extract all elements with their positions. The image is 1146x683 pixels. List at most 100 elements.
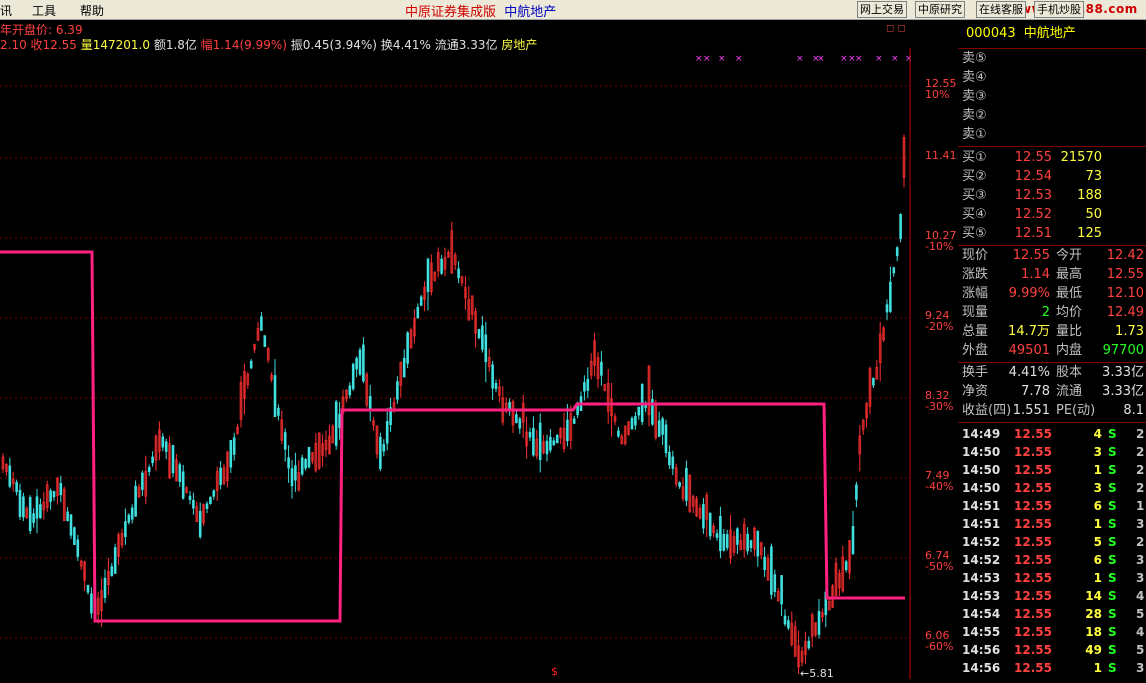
quote-value: 97700 bbox=[1102, 343, 1144, 358]
axis-pct: -10% bbox=[925, 240, 954, 253]
candle-body bbox=[572, 418, 576, 424]
tick-time: 14:52 bbox=[962, 553, 1001, 567]
candle-body bbox=[49, 490, 52, 502]
tick-row[interactable]: 14:51 12.55 1 S 3 bbox=[958, 515, 1146, 533]
bid-label: 买③ bbox=[962, 188, 987, 203]
candle-body bbox=[817, 611, 821, 635]
tick-row[interactable]: 14:50 12.55 3 S 2 bbox=[958, 479, 1146, 497]
menu-item-tools[interactable]: 工具 bbox=[32, 2, 56, 19]
signal-mark-icon: × bbox=[855, 54, 863, 64]
ask-label: 卖① bbox=[962, 127, 987, 142]
candle-body bbox=[219, 467, 222, 485]
tick-row[interactable]: 14:52 12.55 6 S 3 bbox=[958, 551, 1146, 569]
quote-value: 12.55 bbox=[1106, 267, 1144, 282]
candle-body bbox=[807, 640, 811, 649]
tick-count: 2 bbox=[1136, 535, 1145, 549]
candle-body bbox=[35, 496, 39, 519]
tick-row[interactable]: 14:54 12.55 28 S 5 bbox=[958, 605, 1146, 623]
research-button[interactable]: 中原研究 bbox=[915, 1, 965, 18]
bid-row[interactable]: 买③ 12.53 188 bbox=[958, 187, 1146, 205]
candle-body bbox=[532, 427, 535, 456]
tick-count: 3 bbox=[1136, 553, 1145, 567]
tick-row[interactable]: 14:52 12.55 5 S 2 bbox=[958, 533, 1146, 551]
ask-row[interactable]: 卖⑤ bbox=[958, 50, 1146, 68]
divider bbox=[958, 146, 1146, 147]
kline-chart[interactable]: × × × × × × × × × × × × × 年开盘价: 6.39 2.10 收12.55 量14… bbox=[0, 20, 957, 680]
mobile-trade-button[interactable]: 手机炒股 bbox=[1034, 1, 1084, 18]
tick-count: 5 bbox=[1136, 643, 1145, 657]
online-trade-button[interactable]: 网上交易 bbox=[857, 1, 907, 18]
tick-row[interactable]: 14:49 12.55 4 S 2 bbox=[958, 425, 1146, 443]
tick-time: 14:50 bbox=[962, 445, 1001, 459]
bid-volume: 73 bbox=[1085, 169, 1102, 184]
tick-row[interactable]: 14:51 12.55 6 S 1 bbox=[958, 497, 1146, 515]
candle-body bbox=[382, 444, 386, 452]
tick-row[interactable]: 14:53 12.55 14 S 4 bbox=[958, 587, 1146, 605]
ask-row[interactable]: 卖① bbox=[958, 126, 1146, 144]
candle-body bbox=[872, 378, 875, 386]
tick-row[interactable]: 14:50 12.55 3 S 2 bbox=[958, 443, 1146, 461]
tick-volume: 3 bbox=[1093, 445, 1102, 459]
candle-body bbox=[481, 325, 484, 350]
candle-body bbox=[780, 575, 783, 605]
candle-body bbox=[351, 363, 355, 390]
candle-body bbox=[396, 381, 399, 400]
axis-tick-label: 10.27 -10% bbox=[925, 230, 957, 252]
chart-corner-icons[interactable]: ◻ ◻ bbox=[886, 23, 906, 34]
tick-row[interactable]: 14:53 12.55 1 S 3 bbox=[958, 569, 1146, 587]
bid-row[interactable]: 买② 12.54 73 bbox=[958, 168, 1146, 186]
fund-value: 4.41% bbox=[1008, 365, 1050, 380]
tick-row[interactable]: 14:50 12.55 1 S 2 bbox=[958, 461, 1146, 479]
candle-body bbox=[583, 382, 586, 392]
online-service-button[interactable]: 在线客服 bbox=[976, 1, 1026, 18]
candle-body bbox=[69, 514, 73, 536]
menu-item-0[interactable]: 讯 bbox=[0, 2, 12, 19]
ask-row[interactable]: 卖④ bbox=[958, 69, 1146, 87]
candle-body bbox=[518, 418, 522, 429]
candle-body bbox=[484, 334, 488, 363]
tick-time: 14:56 bbox=[962, 661, 1001, 675]
tick-count: 5 bbox=[1136, 607, 1145, 621]
bid-row[interactable]: 买⑤ 12.51 125 bbox=[958, 225, 1146, 243]
quote-label: 今开 bbox=[1056, 248, 1083, 263]
divider bbox=[958, 422, 1146, 423]
ask-label: 卖② bbox=[962, 108, 987, 123]
stock-code: 000043 bbox=[966, 26, 1016, 41]
candle-body bbox=[164, 441, 168, 452]
tick-time: 14:50 bbox=[962, 463, 1001, 477]
quote-label: 涨跌 bbox=[962, 267, 989, 282]
tick-row[interactable]: 14:55 12.55 18 S 4 bbox=[958, 623, 1146, 641]
tick-price: 12.55 bbox=[1014, 571, 1052, 585]
candle-body bbox=[644, 404, 647, 409]
bid-row[interactable]: 买④ 12.52 50 bbox=[958, 206, 1146, 224]
tick-row[interactable]: 14:56 12.55 1 S 3 bbox=[958, 659, 1146, 677]
axis-pct: -20% bbox=[925, 320, 954, 333]
candle-body bbox=[103, 577, 107, 598]
menu-item-help[interactable]: 帮助 bbox=[80, 2, 104, 19]
tick-price: 12.55 bbox=[1014, 607, 1052, 621]
event-marker-icon[interactable]: $ bbox=[551, 665, 558, 678]
tick-row[interactable]: 14:56 12.55 49 S 5 bbox=[958, 641, 1146, 659]
candle-body bbox=[552, 440, 556, 446]
fund-value: 3.33亿 bbox=[1102, 384, 1144, 399]
ask-row[interactable]: 卖② bbox=[958, 107, 1146, 125]
candle-body bbox=[419, 296, 423, 306]
fund-value: 8.1 bbox=[1123, 403, 1144, 418]
candle-body bbox=[586, 378, 590, 391]
tick-side: S bbox=[1108, 517, 1117, 531]
candle-body bbox=[545, 440, 549, 455]
tick-time: 14:53 bbox=[962, 589, 1001, 603]
tick-price: 12.55 bbox=[1014, 517, 1052, 531]
tick-price: 12.55 bbox=[1014, 499, 1052, 513]
candle-body bbox=[406, 332, 409, 364]
ask-label: 卖③ bbox=[962, 89, 987, 104]
turnover-info: 换4.41% bbox=[380, 38, 431, 52]
quote-summary-line: 2.10 收12.55 量147201.0 额1.8亿 幅1.14(9.99%)… bbox=[0, 36, 537, 53]
bid-row[interactable]: 买① 12.55 21570 bbox=[958, 149, 1146, 167]
axis-pct: -30% bbox=[925, 400, 954, 413]
tick-count: 2 bbox=[1136, 481, 1145, 495]
tick-volume: 28 bbox=[1085, 607, 1102, 621]
bid-label: 买④ bbox=[962, 207, 987, 222]
candle-body bbox=[855, 484, 858, 500]
ask-row[interactable]: 卖③ bbox=[958, 88, 1146, 106]
